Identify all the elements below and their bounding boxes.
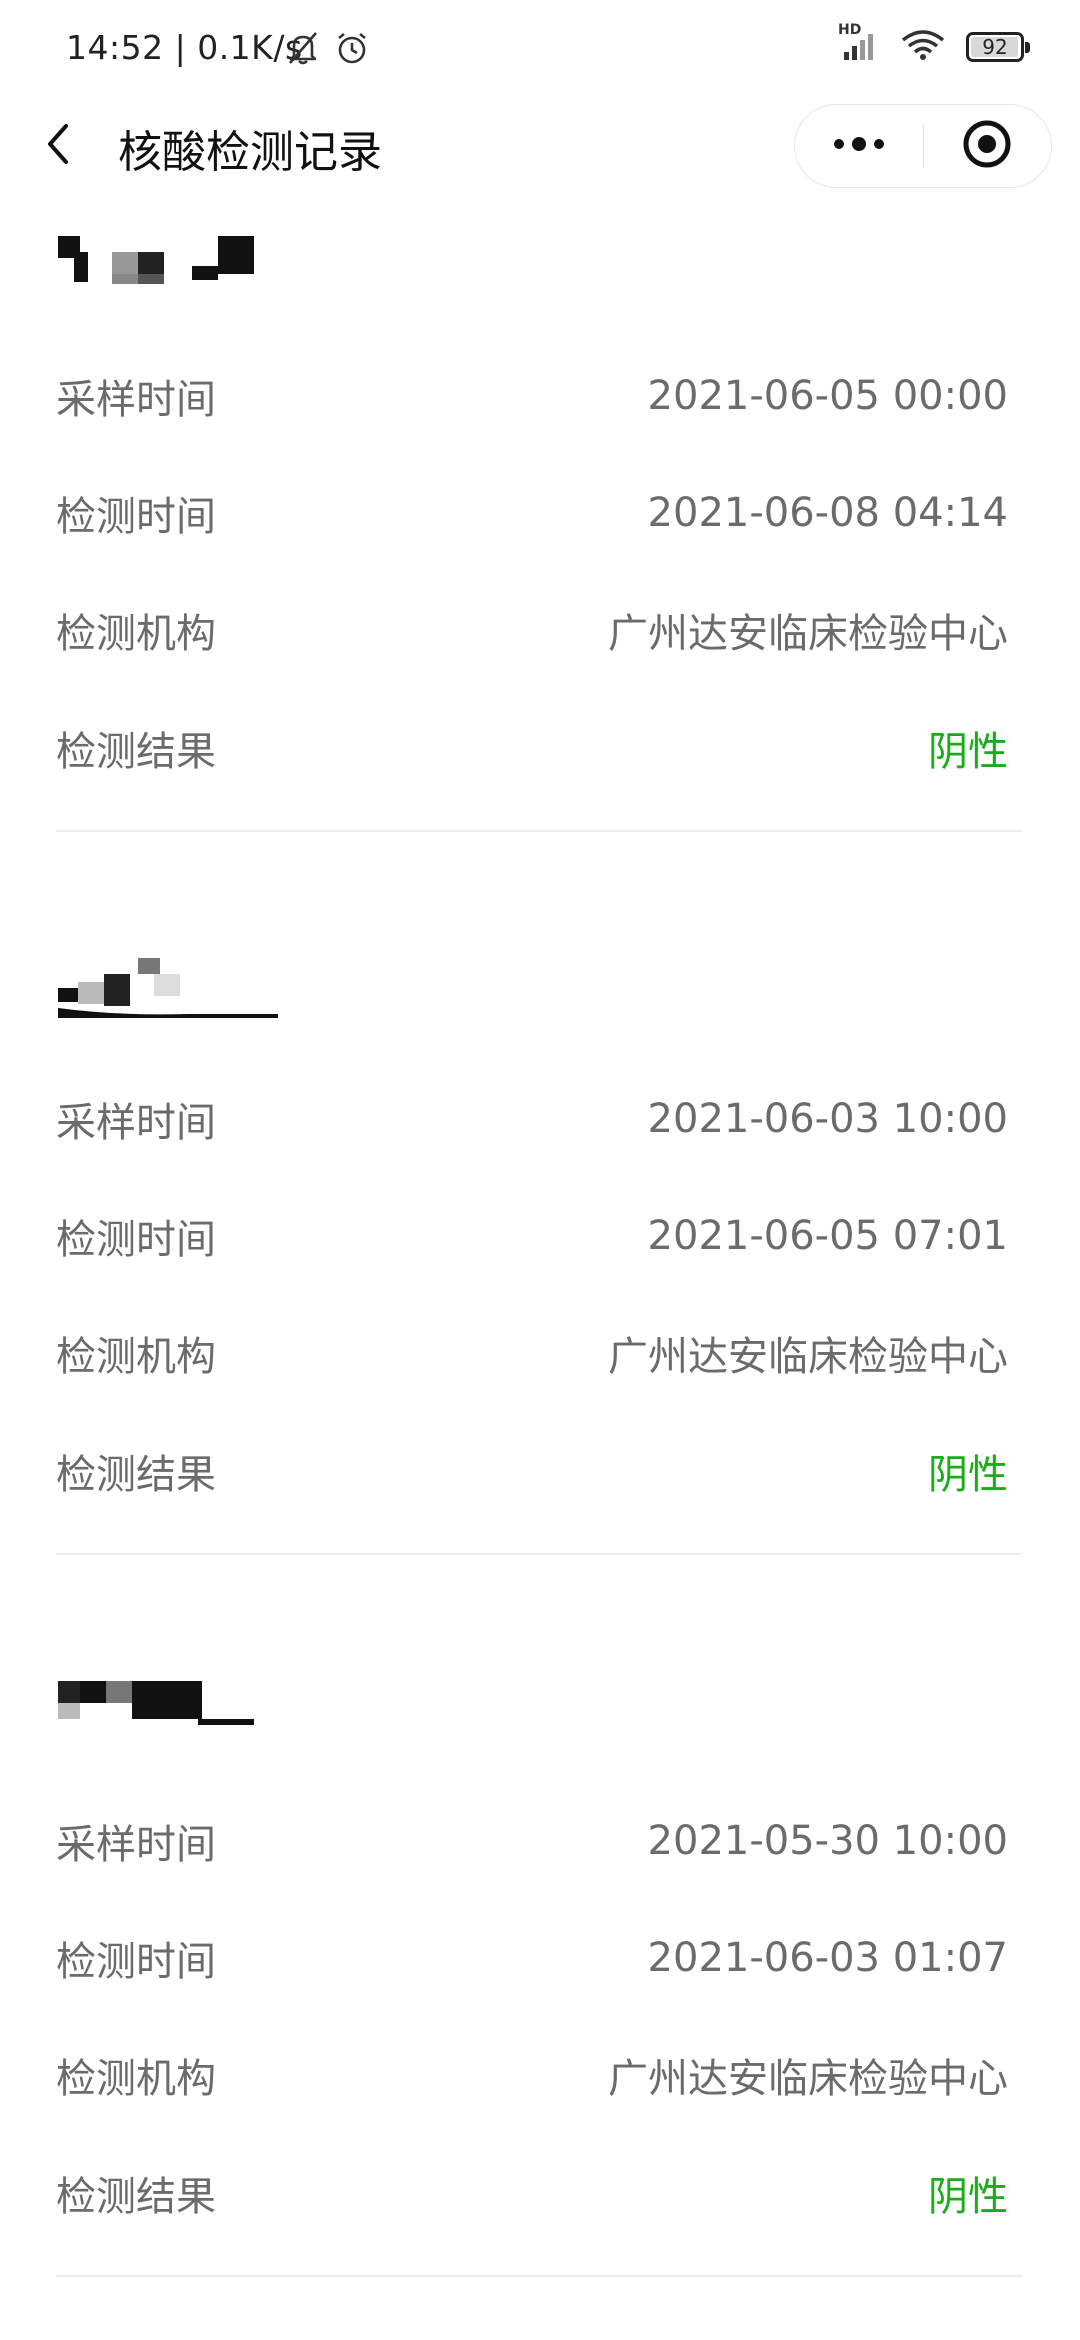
row-institution: 检测机构 广州达安临床检验中心 (56, 2045, 1008, 2105)
bell-off-icon (286, 30, 320, 70)
back-button[interactable] (38, 118, 88, 170)
row-label: 检测结果 (56, 2174, 216, 2220)
row-value: 2021-06-08 04:14 (647, 490, 1008, 536)
row-label: 检测机构 (56, 2056, 216, 2102)
row-value: 2021-06-05 07:01 (647, 1213, 1008, 1259)
close-button[interactable] (924, 104, 1052, 188)
row-value: 2021-06-03 10:00 (647, 1096, 1008, 1142)
battery-icon: 92 (966, 32, 1030, 62)
wifi-icon (900, 28, 946, 66)
status-bar: 14:52 | 0.1K/s HD 92 (0, 0, 1080, 96)
chevron-left-icon (38, 124, 88, 174)
alarm-icon (334, 30, 370, 70)
record-divider (56, 2275, 1022, 2277)
record-divider (56, 1553, 1022, 1555)
result-value: 阴性 (928, 1452, 1008, 1498)
row-value: 广州达安临床检验中心 (608, 1334, 1008, 1380)
row-label: 采样时间 (56, 377, 216, 423)
row-label: 检测结果 (56, 1452, 216, 1498)
signal-icon: HD (838, 22, 880, 66)
row-label: 检测时间 (56, 1217, 216, 1263)
record-card[interactable]: 采样时间 2021-05-30 10:00 检测时间 2021-06-03 01… (0, 1557, 1080, 2282)
row-value: 广州达安临床检验中心 (608, 2056, 1008, 2102)
target-close-icon (961, 118, 1013, 174)
record-list: 采样时间 2021-06-05 00:00 检测时间 2021-06-08 04… (0, 192, 1080, 2282)
row-result: 检测结果 阴性 (56, 1441, 1008, 1501)
status-left-icons (286, 30, 370, 70)
row-institution: 检测机构 广州达安临床检验中心 (56, 600, 1008, 660)
battery-level: 92 (982, 35, 1008, 59)
row-label: 采样时间 (56, 1822, 216, 1868)
redacted-name (58, 236, 278, 296)
row-value: 广州达安临床检验中心 (608, 611, 1008, 657)
mini-program-capsule (794, 104, 1052, 188)
more-button[interactable] (795, 104, 923, 188)
row-value: 2021-06-05 00:00 (647, 373, 1008, 419)
more-dots-icon (831, 134, 887, 158)
status-time: 14:52 | 0.1K/s (66, 28, 303, 67)
row-value: 2021-05-30 10:00 (647, 1818, 1008, 1864)
row-label: 检测机构 (56, 611, 216, 657)
row-sample-time: 采样时间 2021-06-05 00:00 (56, 366, 1008, 426)
row-label: 采样时间 (56, 1100, 216, 1146)
row-result: 检测结果 阴性 (56, 718, 1008, 778)
row-label: 检测机构 (56, 1334, 216, 1380)
record-card[interactable]: 采样时间 2021-06-03 10:00 检测时间 2021-06-05 07… (0, 832, 1080, 1557)
row-test-time: 检测时间 2021-06-03 01:07 (56, 1928, 1008, 1988)
row-label: 检测时间 (56, 494, 216, 540)
row-label: 检测时间 (56, 1939, 216, 1985)
result-value: 阴性 (928, 2174, 1008, 2220)
redacted-name (58, 1681, 278, 1741)
row-value: 2021-06-03 01:07 (647, 1935, 1008, 1981)
network-badge: HD (838, 22, 862, 38)
record-card[interactable]: 采样时间 2021-06-05 00:00 检测时间 2021-06-08 04… (0, 192, 1080, 832)
row-label: 检测结果 (56, 729, 216, 775)
result-value: 阴性 (928, 729, 1008, 775)
row-sample-time: 采样时间 2021-06-03 10:00 (56, 1089, 1008, 1149)
row-institution: 检测机构 广州达安临床检验中心 (56, 1323, 1008, 1383)
row-result: 检测结果 阴性 (56, 2163, 1008, 2223)
nav-bar: 核酸检测记录 (0, 96, 1080, 192)
redacted-name (58, 958, 278, 1020)
page-title: 核酸检测记录 (118, 127, 382, 178)
row-sample-time: 采样时间 2021-05-30 10:00 (56, 1811, 1008, 1871)
row-test-time: 检测时间 2021-06-08 04:14 (56, 483, 1008, 543)
status-right-icons: HD 92 (838, 22, 1030, 66)
row-test-time: 检测时间 2021-06-05 07:01 (56, 1206, 1008, 1266)
